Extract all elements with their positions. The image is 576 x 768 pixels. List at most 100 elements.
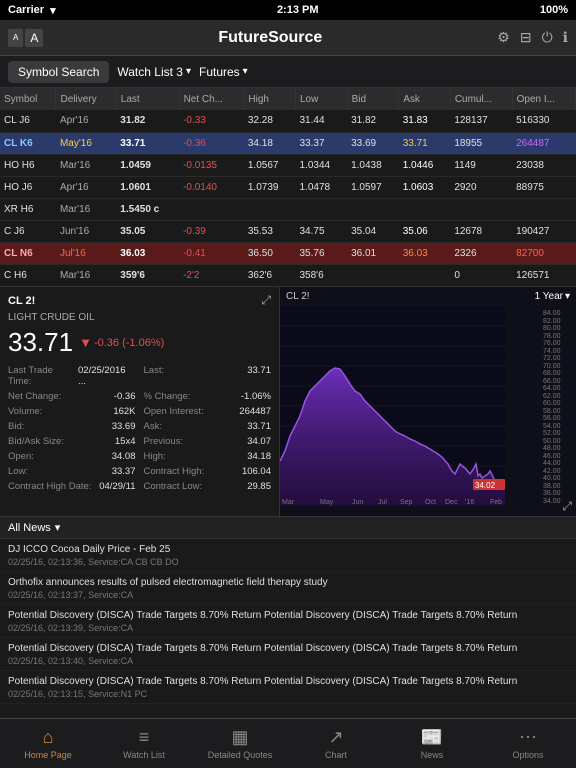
power-icon[interactable]: ⏻ xyxy=(542,29,553,46)
list-item[interactable]: DJ ICCO Cocoa Daily Price - Feb 25 02/25… xyxy=(0,539,576,572)
font-small-button[interactable]: A xyxy=(8,29,23,47)
tab-label-4: News xyxy=(421,750,444,760)
list-item[interactable]: Potential Discovery (DISCA) Trade Target… xyxy=(0,671,576,704)
list-item[interactable]: Marriott Vacations Sees Earnings Above E… xyxy=(0,704,576,706)
nav-icon-group: ⚙ ⊟ ⏻ ℹ xyxy=(497,29,568,46)
app-title: FutureSource xyxy=(43,29,497,47)
cell-delivery: Mar'16 xyxy=(56,154,116,176)
table-row[interactable]: C H6 Mar'16 359'6 -2'2 362'6 358'6 0 126… xyxy=(0,264,576,286)
info-icon[interactable]: ℹ xyxy=(563,29,568,46)
detail-grid: Last Trade Time: 02/25/2016 ...Last: 33.… xyxy=(8,364,271,493)
symbol-search-button[interactable]: Symbol Search xyxy=(8,61,109,83)
battery-label: 100% xyxy=(540,4,568,16)
detail-value: 33.71 xyxy=(247,365,271,387)
watchlist-button[interactable]: Watch List 3 ▾ xyxy=(117,65,191,79)
cell-bid: 1.0438 xyxy=(347,154,399,176)
news-list: DJ ICCO Cocoa Daily Price - Feb 25 02/25… xyxy=(0,539,576,706)
list-item[interactable]: Potential Discovery (DISCA) Trade Target… xyxy=(0,605,576,638)
cell-netch: -0.0135 xyxy=(179,154,244,176)
chart-right-panel: CL 2! 1 Year ▾ xyxy=(280,287,576,516)
change-text: -0.36 (-1.06%) xyxy=(94,337,164,349)
cell-low: 35.76 xyxy=(295,242,347,264)
detail-row: Low: 33.37 xyxy=(8,465,136,478)
news-header[interactable]: All News ▾ xyxy=(0,517,576,539)
tab-news[interactable]: 📰 News xyxy=(384,719,480,768)
cell-last: 33.71 xyxy=(116,132,179,154)
col-delivery: Delivery xyxy=(56,88,116,110)
cell-delivery: Mar'16 xyxy=(56,264,116,286)
table-row[interactable]: CL J6 Apr'16 31.82 -0.33 32.28 31.44 31.… xyxy=(0,110,576,132)
cell-bid: 33.69 xyxy=(347,132,399,154)
cell-high: 1.0739 xyxy=(244,176,296,198)
news-headline: Potential Discovery (DISCA) Trade Target… xyxy=(8,642,568,655)
table-row[interactable]: HO J6 Apr'16 1.0601 -0.0140 1.0739 1.047… xyxy=(0,176,576,198)
cell-symbol: XR H6 xyxy=(0,198,56,220)
tab-label-2: Detailed Quotes xyxy=(208,750,273,760)
cell-last: 1.0459 xyxy=(116,154,179,176)
list-item[interactable]: Potential Discovery (DISCA) Trade Target… xyxy=(0,638,576,671)
tab-home-page[interactable]: ⌂ Home Page xyxy=(0,719,96,768)
detail-row: Volume: 162K xyxy=(8,405,136,418)
detail-row: % Change: -1.06% xyxy=(144,390,272,403)
detail-label: Low: xyxy=(8,466,28,477)
cell-last: 35.05 xyxy=(116,220,179,242)
cell-last: 359'6 xyxy=(116,264,179,286)
cell-ask: 1.0603 xyxy=(399,176,451,198)
cell-bid: 1.0597 xyxy=(347,176,399,198)
cell-ask: 31.83 xyxy=(399,110,451,132)
current-price: 33.71 xyxy=(8,327,73,358)
cell-low: 34.75 xyxy=(295,220,347,242)
cell-low: 1.0478 xyxy=(295,176,347,198)
detail-label: Open: xyxy=(8,451,34,462)
cell-cumul: 18955 xyxy=(450,132,512,154)
table-row[interactable]: CL K6 May'16 33.71 -0.36 34.18 33.37 33.… xyxy=(0,132,576,154)
detail-value: 34.07 xyxy=(247,436,271,447)
cell-high: 34.18 xyxy=(244,132,296,154)
svg-text:Oct: Oct xyxy=(425,499,436,506)
futures-button[interactable]: Futures ▾ xyxy=(199,65,248,79)
cell-openint xyxy=(512,198,575,220)
cell-openint: 23038 xyxy=(512,154,575,176)
quotes-table: Symbol Delivery Last Net Ch... High Low … xyxy=(0,88,576,286)
settings-icon[interactable]: ⚙ xyxy=(497,29,510,46)
svg-text:Jul: Jul xyxy=(378,499,387,506)
font-size-controls[interactable]: A A xyxy=(8,29,43,47)
tab-icon-0: ⌂ xyxy=(43,727,54,748)
cell-cumul: 2326 xyxy=(450,242,512,264)
detail-value: -1.06% xyxy=(241,391,271,402)
list-item[interactable]: Orthofix announces results of pulsed ele… xyxy=(0,572,576,605)
cell-delivery: May'16 xyxy=(56,132,116,154)
tab-options[interactable]: ⋯ Options xyxy=(480,719,576,768)
chart-expand-bottom-icon[interactable]: ⤢ xyxy=(562,499,572,513)
table-row[interactable]: XR H6 Mar'16 1.5450 c xyxy=(0,198,576,220)
detail-label: Open Interest: xyxy=(144,406,204,417)
cell-netch: -0.0140 xyxy=(179,176,244,198)
cell-bid: 35.04 xyxy=(347,220,399,242)
expand-icon[interactable]: ⤢ xyxy=(261,293,271,308)
cell-bid: 36.01 xyxy=(347,242,399,264)
table-row[interactable]: C J6 Jun'16 35.05 -0.39 35.53 34.75 35.0… xyxy=(0,220,576,242)
table-row[interactable]: CL N6 Jul'16 36.03 -0.41 36.50 35.76 36.… xyxy=(0,242,576,264)
cell-high: 362'6 xyxy=(244,264,296,286)
save-icon[interactable]: ⊟ xyxy=(520,29,532,46)
detail-value: 33.69 xyxy=(112,421,136,432)
cell-high: 1.0567 xyxy=(244,154,296,176)
detail-value: 34.08 xyxy=(112,451,136,462)
svg-text:34.02: 34.02 xyxy=(475,481,496,490)
svg-text:Sep: Sep xyxy=(400,499,413,506)
font-large-button[interactable]: A xyxy=(25,29,43,47)
cell-low xyxy=(295,198,347,220)
tab-detailed-quotes[interactable]: ▦ Detailed Quotes xyxy=(192,719,288,768)
cell-low: 1.0344 xyxy=(295,154,347,176)
news-headline: Potential Discovery (DISCA) Trade Target… xyxy=(8,675,568,688)
svg-text:'16: '16 xyxy=(465,499,474,506)
tab-chart[interactable]: ↗ Chart xyxy=(288,719,384,768)
table-row[interactable]: HO H6 Mar'16 1.0459 -0.0135 1.0567 1.034… xyxy=(0,154,576,176)
detail-row: Bid/Ask Size: 15x4 xyxy=(8,435,136,448)
detail-row: Last: 33.71 xyxy=(144,364,272,388)
tab-icon-5: ⋯ xyxy=(519,727,537,748)
cell-netch: -0.36 xyxy=(179,132,244,154)
chart-period-button[interactable]: 1 Year ▾ xyxy=(535,291,570,302)
cell-netch xyxy=(179,198,244,220)
tab-watch-list[interactable]: ≡ Watch List xyxy=(96,719,192,768)
